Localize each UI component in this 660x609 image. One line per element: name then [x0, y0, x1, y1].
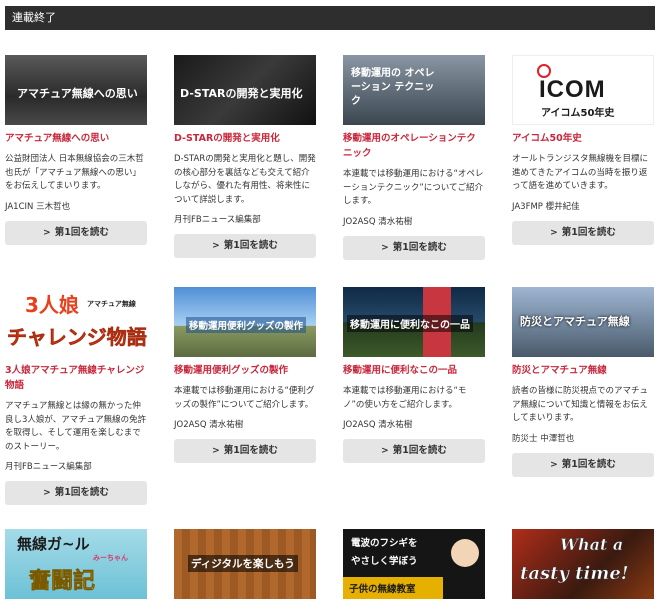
- series-author: JO2ASQ 清水祐樹: [343, 216, 413, 227]
- series-thumbnail[interactable]: ICOM アイコム50年史: [512, 55, 654, 125]
- series-thumbnail[interactable]: 無線ガ~ル みーちゃん 奮闘記: [5, 529, 147, 599]
- read-first-button[interactable]: > 第1回を読む: [5, 220, 147, 245]
- series-title[interactable]: 3人娘アマチュア無線チャレンジ物語: [5, 363, 147, 393]
- series-description: オールトランジスタ無線機を目標に進めてきたアイコムの当時を振り返って語を進めてい…: [512, 154, 649, 191]
- series-thumbnail[interactable]: アマチュア無線への思い: [5, 55, 147, 125]
- thumbnail-subcaption: tasty time!: [520, 563, 629, 585]
- thumbnail-caption: What a: [560, 535, 624, 555]
- series-card[interactable]: 移動運用に便利なこの一品 移動運用に便利なこの一品 本連載では移動運用における“…: [343, 287, 485, 463]
- series-thumbnail[interactable]: 防災とアマチュア無線: [512, 287, 654, 357]
- thumbnail-subcaption: アイコム50年史: [541, 108, 615, 119]
- read-first-button[interactable]: > 第1回を読む: [174, 439, 316, 463]
- chevron-right-icon: >: [212, 446, 220, 456]
- thumbnail-subcaption: やさしく学ぼう: [351, 556, 418, 567]
- series-author: 防災士 中澤哲也: [512, 433, 575, 444]
- series-description: アマチュア無線とは縁の無かった仲良し3人娘が、アマチュア無線の免許を取得し、そし…: [5, 401, 147, 452]
- thumbnail-small-text: みーちゃん: [93, 554, 128, 562]
- read-button-label: 第1回を読む: [561, 458, 616, 470]
- series-description: D-STARの開発と実用化と題し、開発の核心部分を裏話なども交えて紹介しながら、…: [174, 154, 316, 205]
- read-first-button[interactable]: > 第1回を読む: [5, 481, 147, 505]
- chevron-right-icon: >: [43, 227, 51, 238]
- thumbnail-caption: ディジタルを楽しもう: [188, 555, 298, 572]
- series-card[interactable]: D-STARの開発と実用化 D-STARの開発と実用化 D-STARの開発と実用…: [174, 55, 316, 258]
- thumbnail-caption: 移動運用の オペレーション テクニック: [351, 68, 435, 107]
- thumbnail-subcaption: チャレンジ物語: [7, 325, 147, 350]
- read-button-label: 第1回を読む: [223, 445, 278, 456]
- series-card[interactable]: アマチュア無線への思い アマチュア無線への思い 公益財団法人 日本無線協会の三木…: [5, 55, 147, 245]
- thumbnail-caption: 移動運用便利グッズの製作: [186, 317, 307, 333]
- series-thumbnail[interactable]: 移動運用便利グッズの製作: [174, 287, 316, 357]
- chevron-right-icon: >: [43, 488, 51, 498]
- series-title[interactable]: 防災とアマチュア無線: [512, 363, 654, 378]
- thumbnail-caption: D-STARの開発と実用化: [180, 87, 303, 100]
- read-first-button[interactable]: > 第1回を読む: [343, 235, 485, 260]
- thumbnail-small-text: 子供の無線教室: [349, 584, 416, 595]
- series-description: 本連載では移動運用における“モノ”の使い方をご紹介します。: [343, 386, 467, 410]
- chevron-right-icon: >: [550, 459, 558, 470]
- chevron-right-icon: >: [212, 241, 220, 251]
- series-card[interactable]: 3人娘 アマチュア無線 チャレンジ物語 3人娘アマチュア無線チャレンジ物語 アマ…: [5, 287, 147, 505]
- series-thumbnail[interactable]: D-STARの開発と実用化: [174, 55, 316, 125]
- series-title[interactable]: アマチュア無線への思い: [5, 131, 147, 146]
- read-first-button[interactable]: > 第1回を読む: [512, 220, 654, 245]
- series-title[interactable]: D-STARの開発と実用化: [174, 131, 316, 146]
- thumbnail-caption: 無線ガ~ル: [17, 535, 90, 553]
- series-card[interactable]: 移動運用便利グッズの製作 移動運用便利グッズの製作 本連載では移動運用における“…: [174, 287, 316, 463]
- thumbnail-caption: 防災とアマチュア無線: [520, 315, 630, 328]
- logo-ring-icon: [537, 64, 551, 78]
- series-author: JO2ASQ 清水祐樹: [174, 420, 244, 430]
- read-button-label: 第1回を読む: [392, 241, 447, 253]
- series-thumbnail[interactable]: 3人娘 アマチュア無線 チャレンジ物語: [5, 287, 147, 357]
- series-title[interactable]: 移動運用のオペレーションテクニック: [343, 131, 485, 161]
- series-thumbnail[interactable]: 移動運用に便利なこの一品: [343, 287, 485, 357]
- thumbnail-subcaption: 奮闘記: [29, 569, 96, 595]
- series-card[interactable]: 移動運用の オペレーション テクニック 移動運用のオペレーションテクニック 本連…: [343, 55, 485, 260]
- series-title[interactable]: アイコム50年史: [512, 131, 654, 146]
- series-card[interactable]: ディジタルを楽しもう: [174, 529, 316, 599]
- series-description: 読者の皆様に防災視点でのアマチュア無線について知識と情報をお伝えしてまいります。: [512, 386, 649, 423]
- series-title[interactable]: 移動運用便利グッズの製作: [174, 363, 316, 378]
- read-button-label: 第1回を読む: [392, 445, 447, 456]
- read-button-label: 第1回を読む: [561, 226, 616, 238]
- series-thumbnail[interactable]: 移動運用の オペレーション テクニック: [343, 55, 485, 125]
- series-title[interactable]: 移動運用に便利なこの一品: [343, 363, 485, 378]
- series-card[interactable]: 防災とアマチュア無線 防災とアマチュア無線 読者の皆様に防災視点でのアマチュア無…: [512, 287, 654, 477]
- chevron-right-icon: >: [381, 446, 389, 456]
- series-author: JA1CIN 三木哲也: [5, 201, 71, 212]
- read-first-button[interactable]: > 第1回を読む: [512, 452, 654, 477]
- thumbnail-small-text: アマチュア無線: [87, 300, 136, 308]
- series-author: 月刊FBニュース編集部: [5, 462, 92, 472]
- thumbnail-caption: アマチュア無線への思い: [17, 87, 138, 100]
- series-card[interactable]: ICOM アイコム50年史 アイコム50年史 オールトランジスタ無線機を目標に進…: [512, 55, 654, 245]
- thumbnail-caption: 3人娘: [25, 293, 79, 317]
- series-author: JO2ASQ 清水祐樹: [343, 420, 413, 430]
- series-description: 公益財団法人 日本無線協会の三木哲也氏が「アマチュア無線への思い」をお伝えしてま…: [5, 154, 144, 191]
- series-card[interactable]: What a tasty time!: [512, 529, 654, 599]
- section-title: 連載終了: [12, 11, 56, 24]
- read-button-label: 第1回を読む: [223, 240, 278, 251]
- thumbnail-caption: 移動運用に便利なこの一品: [347, 315, 473, 332]
- thumbnail-caption: 電波のフシギを: [351, 538, 418, 549]
- series-thumbnail[interactable]: What a tasty time!: [512, 529, 654, 599]
- section-header: 連載終了: [5, 6, 655, 30]
- professor-illustration: [451, 539, 479, 567]
- series-description: 本連載では移動運用における“オペレーションテクニック”についてご紹介します。: [343, 169, 484, 206]
- chevron-right-icon: >: [381, 242, 389, 253]
- chevron-right-icon: >: [550, 227, 558, 238]
- series-thumbnail[interactable]: ディジタルを楽しもう: [174, 529, 316, 599]
- series-description: 本連載では移動運用における“便利グッズの製作”についてご紹介します。: [174, 386, 315, 410]
- series-card[interactable]: 無線ガ~ル みーちゃん 奮闘記: [5, 529, 147, 599]
- series-thumbnail[interactable]: 電波のフシギを やさしく学ぼう 子供の無線教室: [343, 529, 485, 599]
- series-author: 月刊FBニュース編集部: [174, 215, 261, 225]
- icom-logo: ICOM: [539, 76, 606, 103]
- read-button-label: 第1回を読む: [54, 487, 109, 498]
- read-first-button[interactable]: > 第1回を読む: [343, 439, 485, 463]
- series-card[interactable]: 電波のフシギを やさしく学ぼう 子供の無線教室: [343, 529, 485, 599]
- read-first-button[interactable]: > 第1回を読む: [174, 234, 316, 258]
- read-button-label: 第1回を読む: [54, 226, 109, 238]
- series-author: JA3FMP 櫻井紀佳: [512, 201, 580, 212]
